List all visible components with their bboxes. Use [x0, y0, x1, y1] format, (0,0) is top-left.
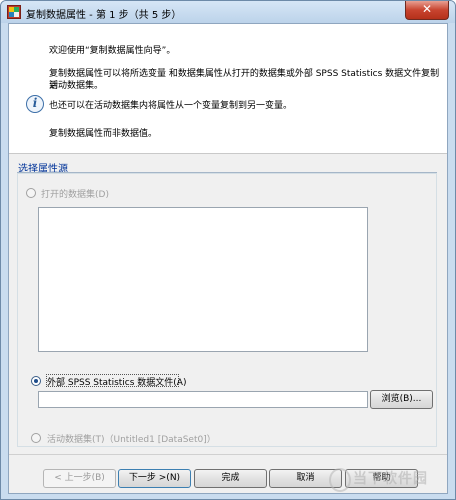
intro-panel: 欢迎使用“复制数据属性向导”。 复制数据属性可以将所选变量 和数据集属性从打开的…: [9, 24, 447, 154]
back-button[interactable]: < 上一步(B): [43, 469, 116, 488]
description-line-2: 活动数据集。: [49, 81, 104, 91]
wizard-body: 欢迎使用“复制数据属性向导”。 复制数据属性可以将所选变量 和数据集属性从打开的…: [8, 23, 448, 494]
info-text: 也还可以在活动数据集内将属性从一个变量复制到另一变量。: [49, 101, 293, 111]
watermark-logo-icon: [329, 468, 351, 492]
info-icon: i: [26, 95, 44, 113]
watermark-text: 当下软件园: [353, 471, 428, 487]
browse-button[interactable]: 浏览(B)...: [370, 390, 433, 409]
active-dataset-radio[interactable]: [31, 433, 41, 443]
external-file-path-input[interactable]: [38, 391, 368, 408]
close-button[interactable]: ✕: [405, 1, 449, 20]
open-dataset-list[interactable]: [38, 207, 368, 352]
note-text: 复制数据属性而非数据值。: [49, 129, 158, 139]
footer-separator: [9, 454, 447, 455]
next-button[interactable]: 下一步 >(N): [118, 469, 191, 488]
wizard-window: 复制数据属性 - 第 1 步（共 5 步） ✕ 欢迎使用“复制数据属性向导”。 …: [0, 0, 456, 500]
external-file-radio[interactable]: [31, 376, 41, 386]
app-icon: [7, 5, 21, 19]
title-bar[interactable]: 复制数据属性 - 第 1 步（共 5 步） ✕: [1, 1, 455, 23]
external-file-label: 外部 SPSS Statistics 数据文件(A): [47, 378, 187, 388]
active-dataset-label: 活动数据集(T)（Untitled1 [DataSet0]）: [47, 435, 216, 445]
window-title: 复制数据属性 - 第 1 步（共 5 步）: [26, 10, 182, 21]
open-dataset-label: 打开的数据集(D): [41, 190, 109, 200]
welcome-text: 欢迎使用“复制数据属性向导”。: [49, 46, 176, 56]
finish-button[interactable]: 完成: [194, 469, 267, 488]
watermark: 当下软件园: [329, 468, 439, 494]
description-line-1: 复制数据属性可以将所选变量 和数据集属性从打开的数据集或外部 SPSS Stat…: [49, 69, 440, 91]
open-dataset-radio[interactable]: [26, 188, 36, 198]
